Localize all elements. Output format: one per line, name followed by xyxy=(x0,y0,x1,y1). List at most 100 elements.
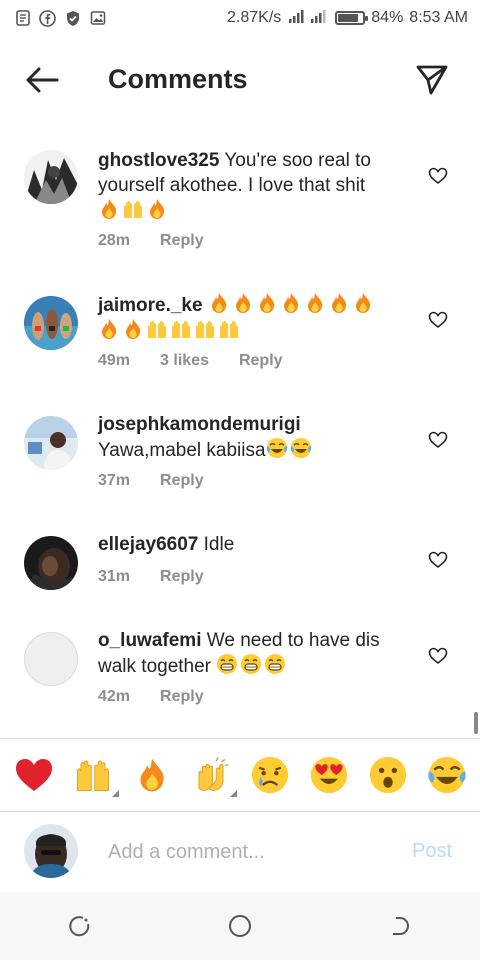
battery-icon xyxy=(335,11,369,25)
comment-text: Yawa,mabel kabiisa xyxy=(98,440,266,461)
comment-input[interactable] xyxy=(108,836,388,868)
comment-meta: 49m 3 likes Reply xyxy=(98,352,283,370)
fire-emoji xyxy=(328,292,350,314)
variant-indicator xyxy=(229,790,237,797)
emoji-button-joy-face[interactable] xyxy=(425,753,469,797)
emoji-button-red-heart[interactable] xyxy=(12,753,56,797)
surprised-face-icon xyxy=(369,756,406,794)
fire-emoji xyxy=(256,292,278,314)
reply-button[interactable]: Reply xyxy=(160,232,204,250)
comment-username[interactable]: ellejay6607 xyxy=(98,534,198,555)
comment-meta: 42m Reply xyxy=(98,688,204,706)
battery-percent: 84% xyxy=(371,9,404,26)
reply-button[interactable]: Reply xyxy=(160,472,204,490)
raised-hands-emoji xyxy=(146,318,168,340)
emoji-button-fire[interactable] xyxy=(130,753,174,797)
emoji-button-crying-face[interactable] xyxy=(248,753,292,797)
like-button[interactable] xyxy=(428,550,448,570)
emoji-button-clapping-hands[interactable] xyxy=(189,753,237,797)
status-system-info: 2.87K/s 84% 8:53 AM xyxy=(227,8,468,29)
comment-body: jaimore._ke xyxy=(98,292,408,344)
recent-apps-button[interactable] xyxy=(60,906,100,946)
share-button[interactable] xyxy=(412,62,452,98)
emoji-button-heart-eyes[interactable] xyxy=(307,753,351,797)
fire-emoji xyxy=(98,318,120,340)
grin-emoji xyxy=(264,653,286,675)
fire-emoji xyxy=(98,198,120,220)
avatar[interactable] xyxy=(24,632,78,686)
joy-emoji xyxy=(290,437,312,459)
variant-indicator xyxy=(111,790,119,797)
likes-count[interactable]: 3 likes xyxy=(160,352,209,370)
system-back-button[interactable] xyxy=(380,906,420,946)
like-button[interactable] xyxy=(428,646,448,666)
comment-body: ghostlove325 You're soo real to yourself… xyxy=(98,148,408,224)
page-title: Comments xyxy=(108,64,248,94)
fire-emoji xyxy=(280,292,302,314)
home-button[interactable] xyxy=(220,906,260,946)
heart-outline-icon xyxy=(428,167,448,185)
facebook-icon xyxy=(39,9,56,27)
avatar[interactable] xyxy=(24,150,78,204)
back-arrow-icon xyxy=(26,67,59,93)
comment-time: 42m xyxy=(98,688,131,705)
raised-hands-emoji xyxy=(194,318,216,340)
scrollbar[interactable] xyxy=(474,712,478,734)
comment-body: josephkamondemurigi Yawa,mabel kabiisa xyxy=(98,412,408,463)
raised-hands-emoji xyxy=(218,318,240,340)
comment-username[interactable]: o_luwafemi xyxy=(98,630,201,651)
fire-emoji xyxy=(352,292,374,314)
comment-meta: 28m Reply xyxy=(98,232,204,250)
raised-hands-icon xyxy=(76,760,109,791)
add-comment-bar: Post xyxy=(0,812,480,892)
network-speed: 2.87K/s xyxy=(227,9,282,26)
notes-icon xyxy=(14,10,31,27)
fire-emoji xyxy=(208,292,230,314)
comment-username[interactable]: jaimore._ke xyxy=(98,295,203,316)
raised-hands-emoji xyxy=(122,198,144,220)
fire-icon xyxy=(140,758,164,792)
like-button[interactable] xyxy=(428,310,448,330)
red-heart-icon xyxy=(15,759,52,791)
grin-emoji xyxy=(216,653,238,675)
comment-meta: 37m Reply xyxy=(98,472,204,490)
comment-meta: 31m Reply xyxy=(98,568,204,586)
recent-apps-icon xyxy=(69,916,90,937)
comment-time: 28m xyxy=(98,232,131,249)
heart-eyes-face-icon xyxy=(310,756,347,794)
post-button[interactable]: Post xyxy=(412,840,452,863)
image-icon xyxy=(89,10,106,27)
back-button[interactable] xyxy=(22,62,62,98)
avatar[interactable] xyxy=(24,536,78,590)
comment-body: ellejay6607 Idle xyxy=(98,532,408,557)
comment-username[interactable]: ghostlove325 xyxy=(98,150,219,171)
raised-hands-emoji xyxy=(170,318,192,340)
emoji-button-surprised-face[interactable] xyxy=(366,753,410,797)
header: Comments xyxy=(0,50,480,110)
clapping-hands-icon xyxy=(197,757,228,791)
heart-outline-icon xyxy=(428,431,448,449)
comment-text: Idle xyxy=(203,534,235,555)
status-bar: 2.87K/s 84% 8:53 AM xyxy=(0,0,480,36)
grin-emoji xyxy=(240,653,262,675)
reply-button[interactable]: Reply xyxy=(160,568,204,586)
my-avatar xyxy=(24,824,78,878)
fire-emoji xyxy=(304,292,326,314)
avatar[interactable] xyxy=(24,296,78,350)
joy-face-icon xyxy=(427,756,466,794)
heart-outline-icon xyxy=(428,311,448,329)
avatar[interactable] xyxy=(24,416,78,470)
emoji-button-raised-hands[interactable] xyxy=(71,753,119,797)
reply-button[interactable]: Reply xyxy=(160,688,204,706)
comment-username[interactable]: josephkamondemurigi xyxy=(98,414,301,435)
comment-time: 49m xyxy=(98,352,131,369)
heart-outline-icon xyxy=(428,647,448,665)
reply-button[interactable]: Reply xyxy=(239,352,283,370)
heart-outline-icon xyxy=(428,551,448,569)
status-notification-icons xyxy=(14,9,106,27)
like-button[interactable] xyxy=(428,430,448,450)
system-nav-bar xyxy=(0,892,480,960)
like-button[interactable] xyxy=(428,166,448,186)
shield-icon xyxy=(64,10,81,27)
signal-icon xyxy=(287,8,329,29)
